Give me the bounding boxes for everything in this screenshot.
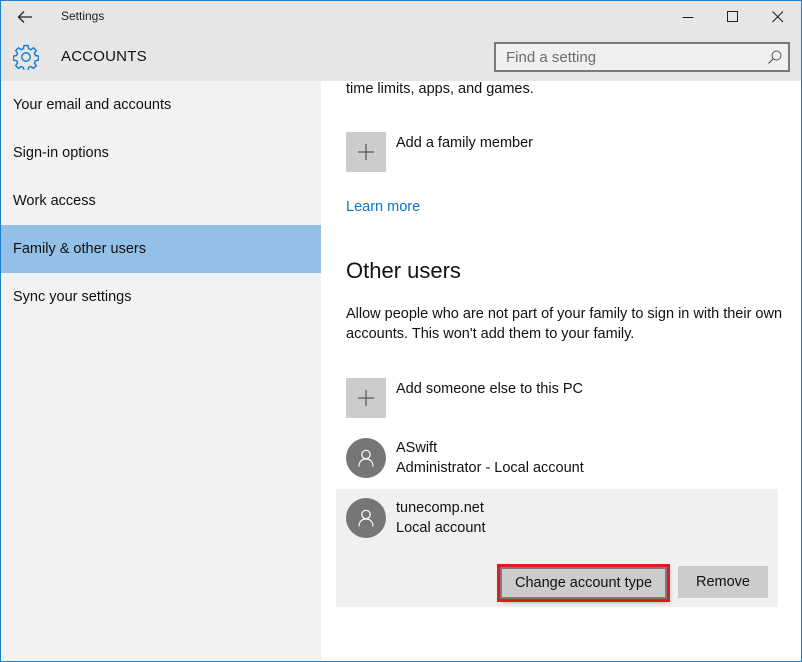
remove-user-button[interactable]: Remove xyxy=(678,566,768,598)
add-someone-else-label[interactable]: Add someone else to this PC xyxy=(396,379,583,399)
sidebar-item-email-accounts[interactable]: Your email and accounts xyxy=(1,81,321,129)
gear-icon xyxy=(13,44,39,70)
settings-header: ACCOUNTS xyxy=(1,33,801,81)
sidebar-item-family-other-users[interactable]: Family & other users xyxy=(1,225,321,273)
search-box[interactable] xyxy=(494,42,790,72)
sidebar-item-label: Sync your settings xyxy=(13,289,132,305)
back-arrow-icon xyxy=(17,11,32,23)
minimize-button[interactable] xyxy=(665,1,711,33)
user-item[interactable]: ASwift Administrator - Local account xyxy=(336,431,778,487)
change-account-type-button[interactable]: Change account type xyxy=(497,564,670,602)
add-family-member-label[interactable]: Add a family member xyxy=(396,133,533,153)
user-account-type: Local account xyxy=(396,520,486,536)
user-name: tunecomp.net xyxy=(396,500,484,516)
other-users-heading: Other users xyxy=(346,258,461,283)
sidebar: Your email and accounts Sign-in options … xyxy=(1,81,321,661)
minimize-icon xyxy=(682,17,694,18)
sidebar-item-sign-in-options[interactable]: Sign-in options xyxy=(1,129,321,177)
main-content: time limits, apps, and games. Add a fami… xyxy=(321,81,801,661)
app-title: Settings xyxy=(61,9,105,23)
avatar xyxy=(346,498,386,538)
user-icon xyxy=(358,449,374,467)
section-title: ACCOUNTS xyxy=(61,48,147,65)
back-button[interactable] xyxy=(9,5,41,29)
maximize-icon xyxy=(727,11,738,22)
close-button[interactable] xyxy=(755,1,801,33)
learn-more-link[interactable]: Learn more xyxy=(346,199,420,215)
title-bar: Settings xyxy=(1,1,801,33)
sidebar-item-label: Sign-in options xyxy=(13,145,109,161)
user-account-type: Administrator - Local account xyxy=(396,460,584,476)
sidebar-item-label: Family & other users xyxy=(13,241,146,257)
sidebar-item-label: Work access xyxy=(13,193,96,209)
search-icon[interactable] xyxy=(767,49,783,65)
sidebar-item-work-access[interactable]: Work access xyxy=(1,177,321,225)
user-name: ASwift xyxy=(396,440,438,456)
add-family-member-button[interactable] xyxy=(346,132,386,172)
sidebar-item-sync-settings[interactable]: Sync your settings xyxy=(1,273,321,321)
close-icon xyxy=(772,11,784,23)
avatar xyxy=(346,438,386,478)
user-item-selected[interactable]: tunecomp.net Local account Change accoun… xyxy=(336,489,778,607)
sidebar-item-label: Your email and accounts xyxy=(13,97,172,113)
maximize-button[interactable] xyxy=(710,1,756,33)
other-users-description: Allow people who are not part of your fa… xyxy=(346,306,783,342)
settings-window: Settings ACCOUNTS Your email and account… xyxy=(0,0,802,662)
user-icon xyxy=(358,509,374,527)
plus-icon xyxy=(358,144,374,160)
plus-icon xyxy=(358,390,374,406)
add-someone-else-button[interactable] xyxy=(346,378,386,418)
family-intro-text: time limits, apps, and games. xyxy=(346,81,534,97)
search-input[interactable] xyxy=(496,44,766,70)
